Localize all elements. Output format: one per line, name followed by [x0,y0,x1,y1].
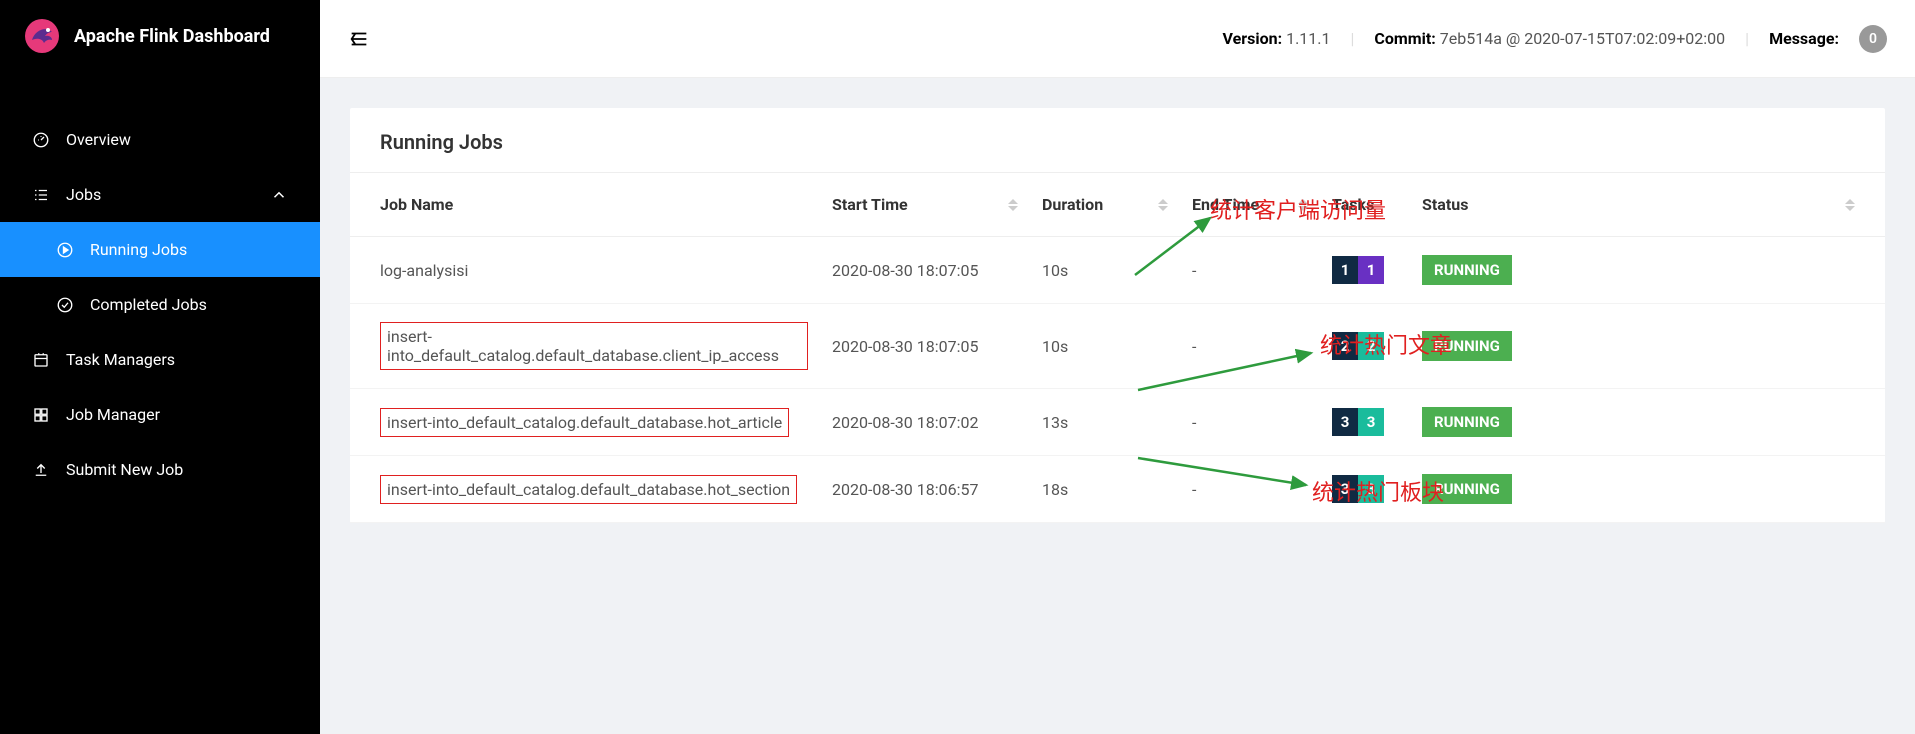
commit-info: Commit: 7eb514a @ 2020-07-15T07:02:09+02… [1374,29,1725,48]
cell-end-time: - [1180,237,1320,304]
version-info: Version: 1.11.1 [1223,29,1331,48]
col-end-time[interactable]: End Time [1180,173,1320,237]
message-count-badge[interactable]: 0 [1859,25,1887,53]
cell-end-time: - [1180,389,1320,456]
sidebar-item-jobs[interactable]: Jobs [0,167,320,222]
col-start-time[interactable]: Start Time [820,173,1030,237]
cell-status: RUNNING [1410,304,1885,389]
flink-logo-icon [24,18,60,54]
cell-tasks: 22 [1320,304,1410,389]
col-tasks: Tasks [1320,173,1410,237]
cell-duration: 18s [1030,456,1180,523]
cell-tasks: 33 [1320,389,1410,456]
sort-icon [1298,199,1308,211]
cell-start-time: 2020-08-30 18:07:02 [820,389,1030,456]
cell-job-name: insert-into_default_catalog.default_data… [350,456,820,523]
sidebar-label: Running Jobs [90,240,187,259]
sidebar-label: Jobs [66,185,101,204]
sidebar-item-overview[interactable]: Overview [0,112,320,167]
upload-icon [32,461,50,479]
grid-icon [32,406,50,424]
cell-status: RUNNING [1410,389,1885,456]
col-job-name[interactable]: Job Name [350,173,820,237]
chevron-up-icon [270,186,288,204]
sidebar-item-running-jobs[interactable]: Running Jobs [0,222,320,277]
list-icon [32,186,50,204]
col-duration[interactable]: Duration [1030,173,1180,237]
status-badge: RUNNING [1422,474,1512,504]
sidebar-label: Submit New Job [66,460,183,479]
cell-end-time: - [1180,456,1320,523]
cell-duration: 10s [1030,237,1180,304]
cell-tasks: 33 [1320,456,1410,523]
sidebar-item-task-managers[interactable]: Task Managers [0,332,320,387]
page-title: Running Jobs [350,108,1885,172]
check-circle-icon [56,296,74,314]
sidebar-item-submit-new-job[interactable]: Submit New Job [0,442,320,497]
sort-icon [1008,199,1018,211]
table-row[interactable]: insert-into_default_catalog.default_data… [350,304,1885,389]
play-circle-icon [56,241,74,259]
cell-duration: 13s [1030,389,1180,456]
status-badge: RUNNING [1422,407,1512,437]
sidebar-nav: Overview Jobs Running Jobs Completed Job… [0,112,320,497]
cell-start-time: 2020-08-30 18:06:57 [820,456,1030,523]
cell-job-name: insert-into_default_catalog.default_data… [350,304,820,389]
cell-end-time: - [1180,304,1320,389]
sort-icon [1845,199,1855,211]
status-badge: RUNNING [1422,255,1512,285]
sidebar-label: Job Manager [66,405,160,424]
table-row[interactable]: insert-into_default_catalog.default_data… [350,456,1885,523]
cell-job-name: insert-into_default_catalog.default_data… [350,389,820,456]
sort-icon [1158,199,1168,211]
cell-tasks: 11 [1320,237,1410,304]
separator: | [1745,29,1749,48]
cell-status: RUNNING [1410,456,1885,523]
calendar-icon [32,351,50,369]
jobs-table: Job Name Start Time Duration End Time Ta… [350,173,1885,523]
sidebar-label: Overview [66,130,131,149]
topbar: Version: 1.11.1 | Commit: 7eb514a @ 2020… [320,0,1915,78]
cell-start-time: 2020-08-30 18:07:05 [820,304,1030,389]
sidebar-item-job-manager[interactable]: Job Manager [0,387,320,442]
status-badge: RUNNING [1422,331,1512,361]
separator: | [1351,29,1355,48]
running-jobs-card: Running Jobs Job Name Start Time Duratio… [350,108,1885,523]
sidebar-header: Apache Flink Dashboard [0,0,320,72]
collapse-sidebar-button[interactable] [348,28,370,50]
table-row[interactable]: insert-into_default_catalog.default_data… [350,389,1885,456]
cell-job-name: log-analysisi [350,237,820,304]
table-row[interactable]: log-analysisi2020-08-30 18:07:0510s-11 RU… [350,237,1885,304]
cell-start-time: 2020-08-30 18:07:05 [820,237,1030,304]
main: Version: 1.11.1 | Commit: 7eb514a @ 2020… [320,0,1915,734]
dashboard-icon [32,131,50,149]
app-title: Apache Flink Dashboard [74,26,270,47]
sidebar-label: Completed Jobs [90,295,207,314]
sidebar-label: Task Managers [66,350,175,369]
message-label: Message: [1769,29,1839,48]
sidebar-item-completed-jobs[interactable]: Completed Jobs [0,277,320,332]
col-status[interactable]: Status [1410,173,1885,237]
cell-status: RUNNING [1410,237,1885,304]
cell-duration: 10s [1030,304,1180,389]
sidebar: Apache Flink Dashboard Overview Jobs Run… [0,0,320,734]
